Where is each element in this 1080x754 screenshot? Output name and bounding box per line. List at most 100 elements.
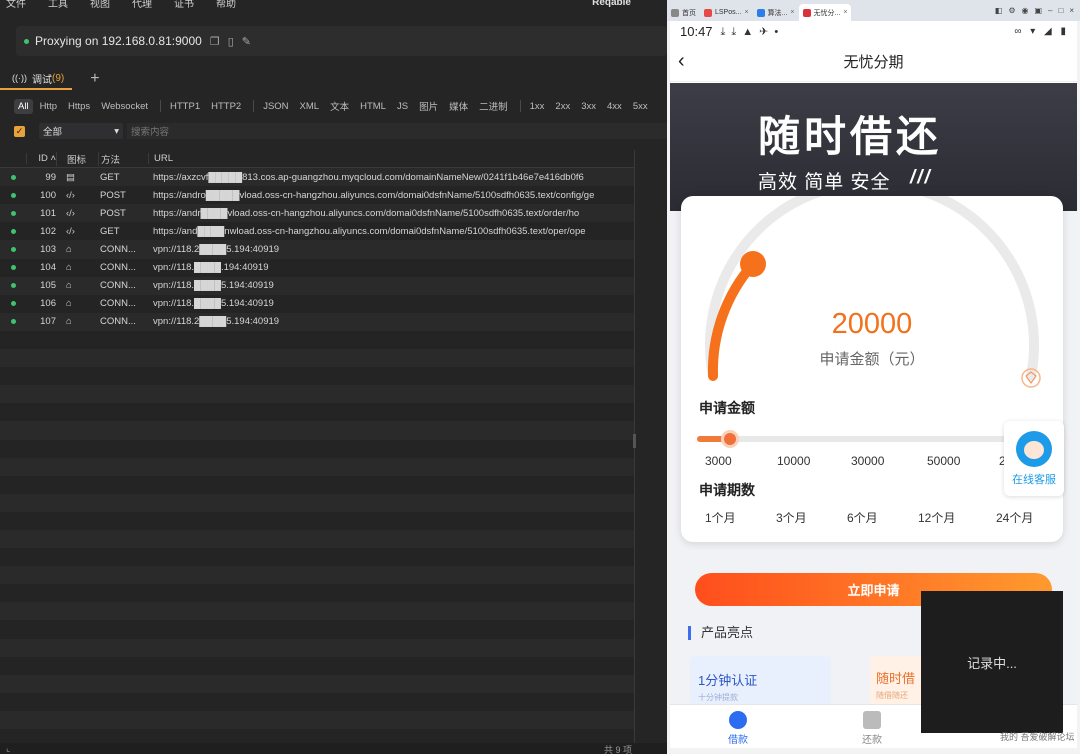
table-rows: 99 ▤ GET https://axzcvf█████813.cos.ap-guan… [0, 168, 634, 744]
empty-row [0, 457, 634, 476]
tab-borrow[interactable]: 借款 [718, 711, 758, 746]
filter-13[interactable]: 图片 [415, 97, 442, 115]
amount-option[interactable]: 30000 [851, 454, 884, 468]
term-option[interactable]: 12个月 [918, 509, 955, 526]
table-row[interactable]: 106 ⌂ CONN... vpn://118.████5.194:40919 [0, 294, 634, 313]
menu-cert[interactable]: 证书 [174, 0, 194, 10]
lock-icon: ⌂ [66, 298, 72, 310]
table-row[interactable]: 107 ⌂ CONN... vpn://118.2████5.194:40919 [0, 312, 634, 331]
filter-6[interactable]: HTTP2 [207, 99, 245, 114]
filter-21[interactable]: 5xx [629, 99, 652, 114]
filter-12[interactable]: JS [393, 99, 412, 114]
table-row[interactable]: 100 ‹/› POST https://andro█████vload.oss-cn… [0, 186, 634, 205]
filter-bar: All Http Https Websocket HTTP1 HTTP2 JSON XML 文本… [14, 97, 655, 115]
row-url: https://andro█████vload.oss-cn-hangzhou.… [153, 189, 595, 201]
table-row[interactable]: 105 ⌂ CONN... vpn://118.████5.194:40919 [0, 276, 634, 295]
row-url: vpn://118.████5.194:40919 [153, 298, 274, 310]
term-option[interactable]: 3个月 [776, 509, 807, 526]
table-row[interactable]: 99 ▤ GET https://axzcvf█████813.cos.ap-guan… [0, 168, 634, 187]
table-row[interactable]: 102 ‹/› GET https://and████nwload.oss-cn-ha… [0, 222, 634, 241]
add-tab-icon[interactable]: + [90, 70, 99, 88]
tab-debug[interactable]: ((·)) 调试 (9) [0, 68, 73, 90]
status-dot [0, 283, 26, 289]
empty-row [0, 656, 634, 675]
expand-icon[interactable]: ⌞ [6, 743, 10, 754]
filter-1[interactable]: Http [36, 99, 61, 114]
filter-14[interactable]: 媒体 [445, 97, 472, 115]
slider-handle[interactable] [721, 430, 739, 448]
code-icon: ‹/› [66, 225, 75, 237]
header-icon[interactable]: 图标 [56, 151, 98, 166]
reqable-window: 文件 工具 视图 代理 证书 帮助 Reqable Proxying on 19… [0, 0, 667, 754]
filter-8[interactable]: JSON [259, 99, 292, 114]
table-row[interactable]: 103 ⌂ CONN... vpn://118.2████5.194:40919 [0, 240, 634, 259]
row-url: vpn://118.████5.194:40919 [153, 280, 274, 292]
browser-tab-algo[interactable]: 算法... × [753, 4, 799, 21]
filter-18[interactable]: 2xx [551, 99, 574, 114]
empty-row [0, 602, 634, 621]
extension-icon[interactable]: ◧ [995, 6, 1003, 15]
scope-select[interactable]: 全部 ▾ [39, 123, 123, 139]
proxy-status-text: Proxying on 192.168.0.81:9000 [35, 34, 202, 48]
feature-card-auth[interactable]: 1分钟认证 十分钟提款 [690, 656, 831, 706]
filter-9[interactable]: XML [296, 99, 324, 114]
menu-tools[interactable]: 工具 [48, 0, 68, 10]
copy-icon[interactable]: ❐ [210, 35, 220, 48]
close-icon[interactable]: × [1069, 6, 1074, 15]
tab-repay[interactable]: 还款 [852, 711, 892, 746]
menu-help[interactable]: 帮助 [216, 0, 236, 10]
filter-20[interactable]: 4xx [603, 99, 626, 114]
filter-19[interactable]: 3xx [577, 99, 600, 114]
app-brand: Reqable [592, 0, 631, 8]
row-url: https://andr████vload.oss-cn-hangzhou.al… [153, 207, 580, 219]
status-dot [0, 174, 26, 180]
status-dot [0, 301, 26, 307]
profile-icon[interactable]: ◉ [1021, 6, 1028, 15]
table-row[interactable]: 104 ⌂ CONN... vpn://118.████.194:40919 [0, 258, 634, 277]
term-option[interactable]: 6个月 [847, 509, 878, 526]
menu-proxy[interactable]: 代理 [132, 0, 152, 10]
empty-row [0, 475, 634, 494]
filter-15[interactable]: 二进制 [475, 97, 512, 115]
minimize-icon[interactable]: – [1048, 6, 1052, 15]
amount-option[interactable]: 50000 [927, 454, 960, 468]
settings-icon[interactable]: ⚙ [1008, 6, 1015, 15]
header-id[interactable]: ID ˄ [26, 153, 56, 165]
menu-file[interactable]: 文件 [6, 0, 26, 10]
amount-option[interactable]: 10000 [777, 454, 810, 468]
table-row[interactable]: 101 ‹/› POST https://andr████vload.oss-cn-h… [0, 204, 634, 223]
header-method[interactable]: 方法 [98, 151, 148, 166]
back-icon[interactable]: ‹ [678, 50, 685, 73]
filter-3[interactable]: Websocket [97, 99, 152, 114]
search-input[interactable]: 搜索内容 [127, 123, 667, 139]
filter-5[interactable]: HTTP1 [166, 99, 204, 114]
amount-option[interactable]: 3000 [705, 454, 732, 468]
status-dot [0, 247, 26, 253]
term-option[interactable]: 24个月 [996, 509, 1033, 526]
recording-overlay: 记录中... [921, 591, 1063, 733]
browser-tab-app[interactable]: 无忧分... × [798, 4, 852, 21]
tab-debug-count: (9) [52, 72, 65, 84]
scrollbar[interactable] [633, 434, 636, 448]
filter-11[interactable]: HTML [356, 99, 390, 114]
menu-view[interactable]: 视图 [90, 0, 110, 10]
empty-row [0, 493, 634, 512]
hero-banner: 随时借还 高效 简单 安全 /// [670, 83, 1077, 211]
filter-10[interactable]: 文本 [326, 97, 353, 115]
phone-icon[interactable]: ▯ [228, 35, 234, 48]
hero-slashes: /// [910, 167, 932, 188]
browser-tab-lsposed[interactable]: LSPos... × [700, 4, 753, 21]
term-option[interactable]: 1个月 [705, 509, 736, 526]
browser-tab-home[interactable]: 首页 [667, 4, 700, 21]
edit-icon[interactable]: ✎ [242, 35, 251, 48]
bookmark-icon[interactable]: ▣ [1034, 6, 1042, 15]
code-icon: ‹/› [66, 207, 75, 219]
header-url[interactable]: URL [148, 153, 634, 165]
select-all-checkbox[interactable]: ✓ [14, 125, 25, 137]
filter-0[interactable]: All [14, 98, 33, 114]
online-support-button[interactable]: 在线客服 [1004, 421, 1064, 496]
maximize-icon[interactable]: □ [1058, 6, 1063, 15]
amount-section-label: 申请金额 [699, 400, 755, 416]
filter-17[interactable]: 1xx [526, 99, 549, 114]
filter-2[interactable]: Https [64, 99, 94, 114]
